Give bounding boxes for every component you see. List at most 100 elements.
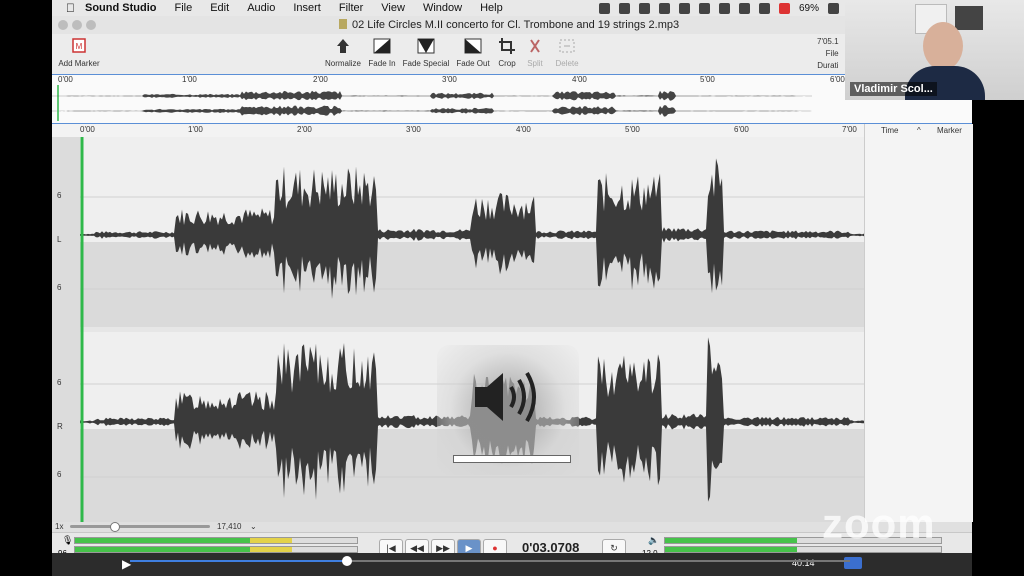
participant-face [923, 22, 963, 70]
split-label: Split [527, 59, 543, 68]
zoom-window-button[interactable] [86, 20, 96, 30]
overview-tick: 3'00 [442, 75, 457, 84]
fade-in-button[interactable]: Fade In [366, 36, 398, 68]
time-ruler[interactable]: 0'00 1'00 2'00 3'00 4'00 5'00 6'00 7'00 [52, 124, 864, 138]
zoom-level: 1x [55, 522, 64, 531]
right-channel-label: R [57, 422, 63, 431]
sound-studio-window: 02 Life Circles M.II concerto for Cl. Tr… [52, 16, 973, 561]
add-marker-icon: M [72, 38, 86, 53]
menu-insert[interactable]: Insert [293, 2, 321, 14]
hd-icon[interactable] [844, 557, 862, 569]
fade-in-label: Fade In [368, 59, 396, 68]
marker-col-marker[interactable]: Marker [937, 126, 962, 135]
bluetooth-icon[interactable] [718, 2, 730, 14]
menu-edit[interactable]: Edit [210, 2, 229, 14]
left-scale-top: 6 [57, 191, 62, 200]
ruler-tick: 7'00 [842, 125, 857, 134]
overview-tick: 1'00 [182, 75, 197, 84]
menu-audio[interactable]: Audio [247, 2, 275, 14]
clipboard-icon[interactable] [658, 2, 670, 14]
overview-waveform[interactable]: 0'00 1'00 2'00 3'00 4'00 5'00 6'00 [52, 74, 972, 125]
split-button[interactable]: Split [522, 36, 548, 68]
microphone-icon: 🎙 [62, 535, 74, 545]
crop-icon [499, 38, 515, 54]
finder-icon[interactable] [638, 2, 650, 14]
overview-waveform-graphic [52, 85, 812, 121]
marker-col-time[interactable]: Time [881, 126, 898, 135]
fade-special-button[interactable]: Fade Special [400, 36, 452, 68]
overview-tick: 4'00 [572, 75, 587, 84]
menu-view[interactable]: View [381, 2, 405, 14]
channel-scale: 6 L 6 6 R 6 [52, 137, 80, 522]
fade-in-icon [373, 38, 391, 54]
fade-special-label: Fade Special [402, 59, 450, 68]
menu-bar:  Sound Studio File Edit Audio Insert Fi… [52, 0, 845, 16]
vpn-icon[interactable] [678, 2, 690, 14]
input-meter-left [74, 537, 358, 544]
delete-button[interactable]: Delete [550, 36, 584, 68]
ruler-tick: 2'00 [297, 125, 312, 134]
normalize-label: Normalize [324, 59, 361, 68]
left-channel-label: L [57, 235, 62, 244]
overview-tick: 2'00 [313, 75, 328, 84]
right-scale-bottom: 6 [57, 470, 62, 479]
left-scale-bottom: 6 [57, 283, 62, 292]
volume-icon[interactable] [758, 2, 770, 14]
menu-help[interactable]: Help [480, 2, 503, 14]
delete-label: Delete [555, 59, 579, 68]
battery-percent[interactable]: 69% [799, 3, 819, 14]
volume-level-bar [453, 455, 571, 463]
normalize-button[interactable]: Normalize [322, 36, 364, 68]
speaker-icon: 🔈 [648, 535, 660, 545]
fade-out-icon [464, 38, 482, 54]
sort-indicator-icon: ^ [917, 126, 921, 135]
participant-name: Vladimir Scol... [850, 82, 937, 96]
menu-app-name[interactable]: Sound Studio [85, 2, 156, 14]
window-title: 02 Life Circles M.II concerto for Cl. Tr… [352, 19, 680, 31]
player-progress-thumb[interactable] [342, 556, 352, 566]
time-machine-icon[interactable] [698, 2, 710, 14]
apple-menu-icon[interactable]:  [66, 1, 75, 15]
battery-icon[interactable] [828, 2, 839, 14]
gmail-icon[interactable] [618, 2, 630, 14]
zoom-slider-thumb[interactable] [110, 522, 120, 532]
status-area: 69% [598, 2, 845, 14]
player-progress[interactable] [130, 556, 850, 566]
input-meter-right [74, 546, 358, 553]
duration-label: Durati [817, 61, 839, 70]
zoom-slider-track[interactable] [70, 525, 210, 528]
delete-icon [559, 39, 575, 53]
menu-file[interactable]: File [174, 2, 192, 14]
document-icon [339, 19, 347, 29]
minimize-window-button[interactable] [72, 20, 82, 30]
flag-icon[interactable] [778, 2, 790, 14]
close-window-button[interactable] [58, 20, 68, 30]
title-bar: 02 Life Circles M.II concerto for Cl. Tr… [52, 16, 972, 34]
fade-out-label: Fade Out [456, 59, 490, 68]
toolbar: M Add Marker Normalize Fade In Fade Spec… [52, 34, 972, 75]
ruler-tick: 6'00 [734, 125, 749, 134]
ruler-tick: 1'00 [188, 125, 203, 134]
menu-filter[interactable]: Filter [339, 2, 363, 14]
samples-per-pixel[interactable]: 17,410 [217, 522, 241, 531]
wifi-icon[interactable] [738, 2, 750, 14]
file-label: File [825, 49, 839, 58]
crop-button[interactable]: Crop [494, 36, 520, 68]
duration-value: 7'05.1 [817, 37, 839, 46]
dropbox-icon[interactable] [598, 2, 610, 14]
ruler-tick: 5'00 [625, 125, 640, 134]
fade-out-button[interactable]: Fade Out [454, 36, 492, 68]
speaker-volume-icon [475, 371, 536, 423]
ruler-tick: 4'00 [516, 125, 531, 134]
ruler-tick: 0'00 [80, 125, 95, 134]
dock: ▶ 40:14 [52, 553, 972, 576]
marker-list[interactable]: Time ^ Marker [864, 124, 973, 522]
menu-window[interactable]: Window [423, 2, 462, 14]
chevron-down-icon[interactable]: ⌄ [250, 522, 257, 531]
crop-label: Crop [498, 59, 516, 68]
normalize-icon [337, 39, 349, 53]
add-marker-button[interactable]: M Add Marker [54, 36, 104, 68]
svg-text:M: M [76, 42, 83, 51]
file-info: 7'05.1 File Durati [817, 36, 839, 72]
split-icon [530, 39, 540, 53]
